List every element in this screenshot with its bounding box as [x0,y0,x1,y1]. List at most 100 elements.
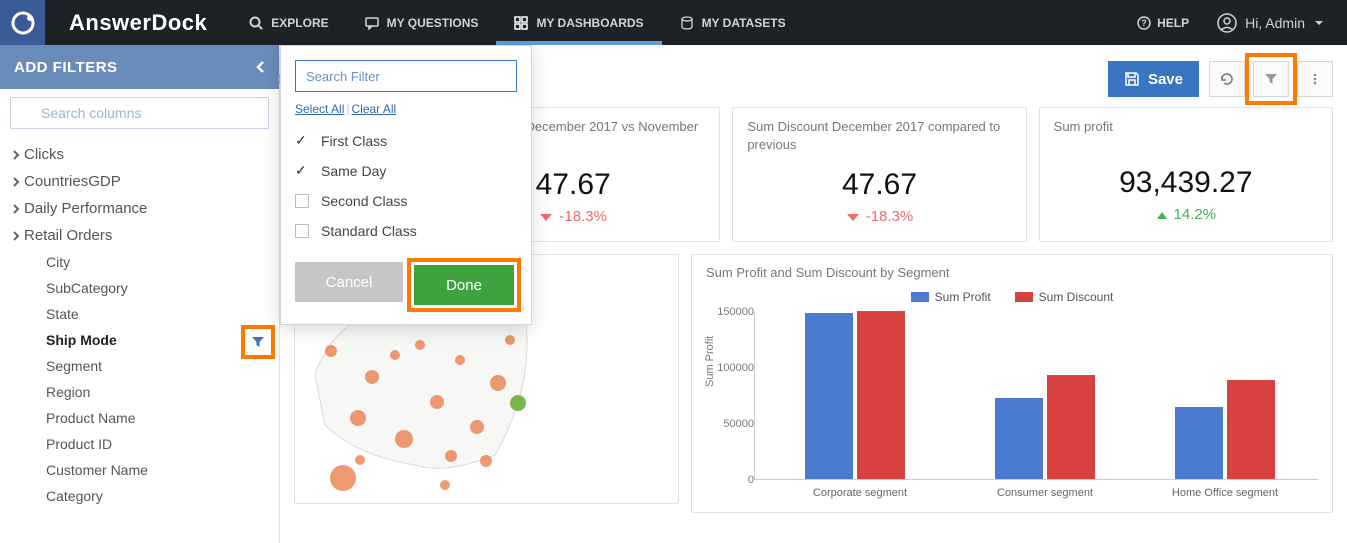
sidebar-header: ADD FILTERS [0,45,279,89]
done-highlight: Done [411,262,517,308]
nav-explore-label: EXPLORE [271,16,328,30]
tree-child-label: SubCategory [46,280,128,296]
triangle-up-icon [1156,210,1168,220]
chevron-right-icon [12,204,20,214]
top-nav: AnswerDock EXPLORE MY QUESTIONS MY DASHB… [0,0,1347,45]
cancel-button[interactable]: Cancel [295,262,403,302]
tree-parent-clicks[interactable]: Clicks [4,141,279,168]
kpi-change-value: 14.2% [1174,206,1217,223]
logo-icon [10,10,36,36]
bar [1047,375,1095,479]
tree-label: Daily Performance [24,200,147,217]
bar [1175,407,1223,479]
filter-search-input[interactable] [295,60,517,92]
sidebar-search-input[interactable] [10,97,269,129]
tree-child-customer-name[interactable]: Customer Name [4,457,279,483]
filter-button[interactable] [1253,61,1289,97]
user-greeting: Hi, Admin [1245,15,1305,31]
chart-card[interactable]: Sum Profit and Sum Discount by Segment S… [691,254,1333,513]
filter-funnel-icon [1264,72,1278,86]
kpi-title: Sum Discount December 2017 compared to p… [747,118,1011,154]
tree-child-region[interactable]: Region [4,379,279,405]
column-tree: Clicks CountriesGDP Daily Performance Re… [0,137,279,509]
tree-child-ship-mode[interactable]: Ship Mode [4,327,279,353]
nav-my-dashboards-label: MY DASHBOARDS [536,16,643,30]
select-all-link[interactable]: Select All [295,102,344,116]
filter-option-second-class[interactable]: Second Class [295,186,517,216]
nav-my-dashboards[interactable]: MY DASHBOARDS [496,0,661,45]
nav-my-datasets[interactable]: MY DATASETS [662,0,804,45]
x-category: Home Office segment [1140,487,1310,499]
legend-label: Sum Profit [935,290,991,304]
kpi-change: 14.2% [1054,206,1318,223]
filter-option-label: Same Day [321,163,386,179]
user-menu[interactable]: Hi, Admin [1203,13,1347,33]
sidebar-search-wrap [0,89,279,137]
x-category: Corporate segment [775,487,945,499]
filter-option-label: First Class [321,133,387,149]
filter-option-first-class[interactable]: First Class [295,126,517,156]
tree-parent-countriesgdp[interactable]: CountriesGDP [4,168,279,195]
tree-child-category[interactable]: Category [4,483,279,509]
tree-child-city[interactable]: City [4,249,279,275]
clear-all-link[interactable]: Clear All [351,102,396,116]
tree-child-label: Segment [46,358,102,374]
sidebar: ADD FILTERS Clicks CountriesGDP Daily Pe… [0,45,280,543]
filter-button-highlight [1249,57,1293,101]
main-area: Select All|Clear All First Class Same Da… [280,45,1347,543]
legend-swatch [911,292,929,302]
tree-child-product-id[interactable]: Product ID [4,431,279,457]
save-label: Save [1148,71,1183,88]
kpi-value: 47.67 [747,168,1011,202]
brand-logo [0,0,45,45]
chart-title: Sum Profit and Sum Discount by Segment [706,265,1318,280]
save-button[interactable]: Save [1108,61,1199,97]
filter-option-standard-class[interactable]: Standard Class [295,216,517,246]
more-options-button[interactable] [1297,61,1333,97]
brand-name: AnswerDock [45,10,231,36]
sidebar-collapse-icon[interactable] [255,60,265,74]
kpi-card[interactable]: Sum Discount December 2017 compared to p… [732,107,1026,242]
nav-my-questions[interactable]: MY QUESTIONS [347,0,497,45]
tree-child-label: Ship Mode [46,332,117,348]
tree-child-state[interactable]: State [4,301,279,327]
y-tick: 50000 [723,418,754,430]
nav-explore[interactable]: EXPLORE [231,0,346,45]
help-label: HELP [1157,16,1189,30]
filter-bulk-links: Select All|Clear All [295,102,517,116]
kpi-value: 93,439.27 [1054,166,1318,200]
chevron-right-icon [12,150,20,160]
tree-child-product-name[interactable]: Product Name [4,405,279,431]
done-button[interactable]: Done [414,265,514,305]
legend-swatch [1015,292,1033,302]
filter-option-same-day[interactable]: Same Day [295,156,517,186]
page-body: ADD FILTERS Clicks CountriesGDP Daily Pe… [0,45,1347,543]
help-icon: ? [1137,16,1151,30]
bar [857,311,905,479]
help-link[interactable]: ? HELP [1123,16,1203,30]
filter-actions: Cancel Done [295,262,517,308]
tree-parent-retail-orders[interactable]: Retail Orders [4,222,279,249]
chart-legend: Sum Profit Sum Discount [706,290,1318,304]
kpi-change-value: -18.3% [559,208,607,225]
filter-popover: Select All|Clear All First Class Same Da… [280,45,532,325]
tree-child-subcategory[interactable]: SubCategory [4,275,279,301]
y-tick: 150000 [717,306,754,318]
checkbox-icon [295,134,309,148]
legend-label: Sum Discount [1039,290,1114,304]
tree-child-label: City [46,254,70,270]
bar [805,313,853,479]
tree-child-segment[interactable]: Segment [4,353,279,379]
tree-parent-daily-performance[interactable]: Daily Performance [4,195,279,222]
nav-my-questions-label: MY QUESTIONS [387,16,479,30]
kpi-card[interactable]: Sum profit 93,439.27 14.2% [1039,107,1333,242]
plot-area: Corporate segment Consumer segment Home … [754,312,1318,480]
kebab-icon [1308,72,1322,86]
kpi-title: Sum profit [1054,118,1318,152]
chevron-right-icon [12,177,20,187]
refresh-button[interactable] [1209,61,1245,97]
triangle-down-icon [539,212,553,222]
tree-child-label: State [46,306,79,322]
refresh-icon [1219,71,1235,87]
filter-funnel-icon [251,335,265,349]
